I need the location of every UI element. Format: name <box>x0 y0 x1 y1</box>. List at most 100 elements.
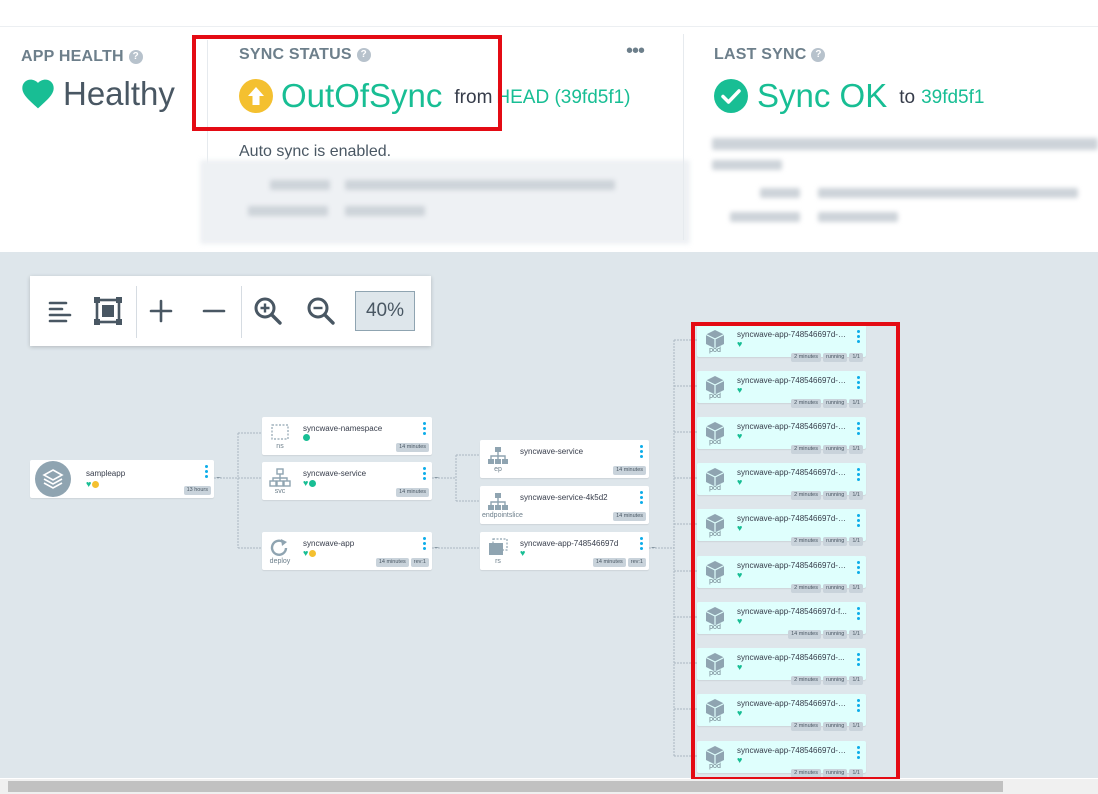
to-label: to <box>899 87 916 108</box>
zoom-out-icon[interactable] <box>304 294 338 328</box>
top-divider <box>0 26 1098 27</box>
node-menu-icon[interactable] <box>640 537 643 552</box>
node-menu-icon[interactable] <box>423 537 426 552</box>
heart-icon: ♥ <box>520 548 526 558</box>
zoom-in-icon[interactable] <box>251 294 285 328</box>
last-sync-panel: LAST SYNC ? Sync OK to 39fd5f1 <box>714 46 984 114</box>
deployment-icon <box>270 539 288 556</box>
blurred-text <box>818 212 898 222</box>
node-name: syncwave-namespace <box>303 424 383 433</box>
node-kind: ns <box>276 443 284 450</box>
help-icon[interactable]: ? <box>811 48 826 62</box>
blurred-details <box>200 160 690 244</box>
status-panels: APP HEALTH ? Healthy SYNC STATUS ? OutOf… <box>0 0 1098 252</box>
node-name: syncwave-service-4k5d2 <box>520 493 608 502</box>
endpoints-icon <box>488 447 508 464</box>
revision-badge: rev:1 <box>410 558 429 567</box>
node-kind: ep <box>494 466 502 473</box>
last-sync-value: Sync OK <box>757 77 888 114</box>
collapse-toggle[interactable]: − <box>651 544 656 552</box>
node-status: ♥ <box>520 549 525 558</box>
last-sync-revision-link[interactable]: 39fd5f1 <box>921 87 984 109</box>
blurred-text <box>730 212 800 222</box>
out-of-sync-icon <box>309 550 317 557</box>
heart-icon <box>22 79 54 109</box>
collapse-toggle[interactable]: − <box>216 474 221 482</box>
resource-node[interactable]: svc syncwave-service ♥ 14 minutes <box>262 462 432 500</box>
horizontal-scrollbar[interactable] <box>0 779 1098 794</box>
collapse-toggle[interactable]: − <box>434 544 439 552</box>
node-kind: svc <box>274 488 286 495</box>
resource-node[interactable]: ns syncwave-namespace 14 minutes <box>262 417 432 455</box>
endpointslice-icon <box>488 493 508 510</box>
age-badge: 14 minutes <box>613 466 646 475</box>
node-menu-icon[interactable] <box>423 467 426 482</box>
node-name: syncwave-service <box>303 469 367 478</box>
node-name: syncwave-app <box>303 539 355 548</box>
check-circle-icon <box>714 79 748 113</box>
auto-sync-text: Auto sync is enabled. <box>239 143 392 160</box>
scrollbar-thumb[interactable] <box>8 781 1003 792</box>
toolbar-divider <box>136 286 137 338</box>
app-health-title: APP HEALTH ? <box>21 48 175 66</box>
graph-toolbar: 40% <box>30 276 431 346</box>
node-name: syncwave-service <box>520 447 584 456</box>
blurred-text <box>345 206 425 216</box>
node-status <box>303 434 310 441</box>
panel-divider <box>683 34 684 240</box>
pods-highlight <box>691 322 900 781</box>
node-name: syncwave-app-748546697d <box>520 539 619 548</box>
collapse-all-icon[interactable] <box>197 294 231 328</box>
tree-view-icon[interactable] <box>44 294 78 328</box>
sync-status-highlight <box>192 35 502 131</box>
blurred-text <box>270 180 330 190</box>
resource-tree-canvas[interactable]: 40% sampleapp ♥ 13 hours − ns syncwave-n… <box>0 252 1098 778</box>
app-node[interactable]: sampleapp ♥ 13 hours <box>30 460 214 498</box>
node-kind: deploy <box>269 558 291 565</box>
node-menu-icon[interactable] <box>205 465 208 480</box>
blurred-text <box>712 138 1098 150</box>
node-menu-icon[interactable] <box>423 422 426 437</box>
node-menu-icon[interactable] <box>640 445 643 460</box>
resource-node[interactable]: ep syncwave-service 14 minutes <box>480 440 649 478</box>
toolbar-divider <box>241 286 242 338</box>
blurred-text <box>345 180 615 190</box>
blurred-text <box>248 206 328 216</box>
namespace-icon <box>271 424 289 440</box>
app-health-status: Healthy <box>63 75 175 112</box>
service-icon <box>269 468 291 487</box>
fit-to-screen-icon[interactable] <box>91 294 125 328</box>
resource-node[interactable]: endpointslice syncwave-service-4k5d2 14 … <box>480 486 649 524</box>
node-name: sampleapp <box>86 469 126 478</box>
expand-all-icon[interactable] <box>144 294 178 328</box>
heart-icon: ♥ <box>303 548 309 558</box>
synced-icon <box>309 480 317 487</box>
synced-icon <box>303 434 310 441</box>
collapse-toggle[interactable]: − <box>434 474 439 482</box>
resource-node[interactable]: deploy syncwave-app ♥ 14 minutes rev:1 <box>262 532 432 570</box>
resource-node[interactable]: rs syncwave-app-748546697d ♥ 14 minutes r… <box>480 532 649 570</box>
age-badge: 14 minutes <box>613 512 646 521</box>
sync-revision-link[interactable]: HEAD (39fd5f1) <box>496 87 630 109</box>
zoom-level[interactable]: 40% <box>355 291 415 331</box>
blurred-text <box>818 188 1078 198</box>
blurred-text <box>712 160 782 170</box>
age-badge: 13 hours <box>183 486 211 495</box>
node-kind: endpointslice <box>482 512 523 519</box>
node-status: ♥ <box>86 479 100 489</box>
heart-icon: ♥ <box>303 478 309 488</box>
age-badge: 14 minutes <box>375 558 409 567</box>
node-status: ♥ <box>303 478 317 488</box>
age-badge: 14 minutes <box>592 558 626 567</box>
node-menu-icon[interactable] <box>640 491 643 506</box>
help-icon[interactable]: ? <box>128 50 143 64</box>
last-sync-title: LAST SYNC ? <box>714 46 984 64</box>
age-badge: 14 minutes <box>396 443 429 452</box>
out-of-sync-icon <box>92 481 100 488</box>
node-status: ♥ <box>303 548 317 558</box>
more-options-icon[interactable]: ••• <box>626 40 645 63</box>
replicaset-icon <box>489 538 508 555</box>
heart-icon: ♥ <box>86 479 92 489</box>
app-health-panel: APP HEALTH ? Healthy <box>21 48 175 112</box>
revision-badge: rev:1 <box>627 558 646 567</box>
